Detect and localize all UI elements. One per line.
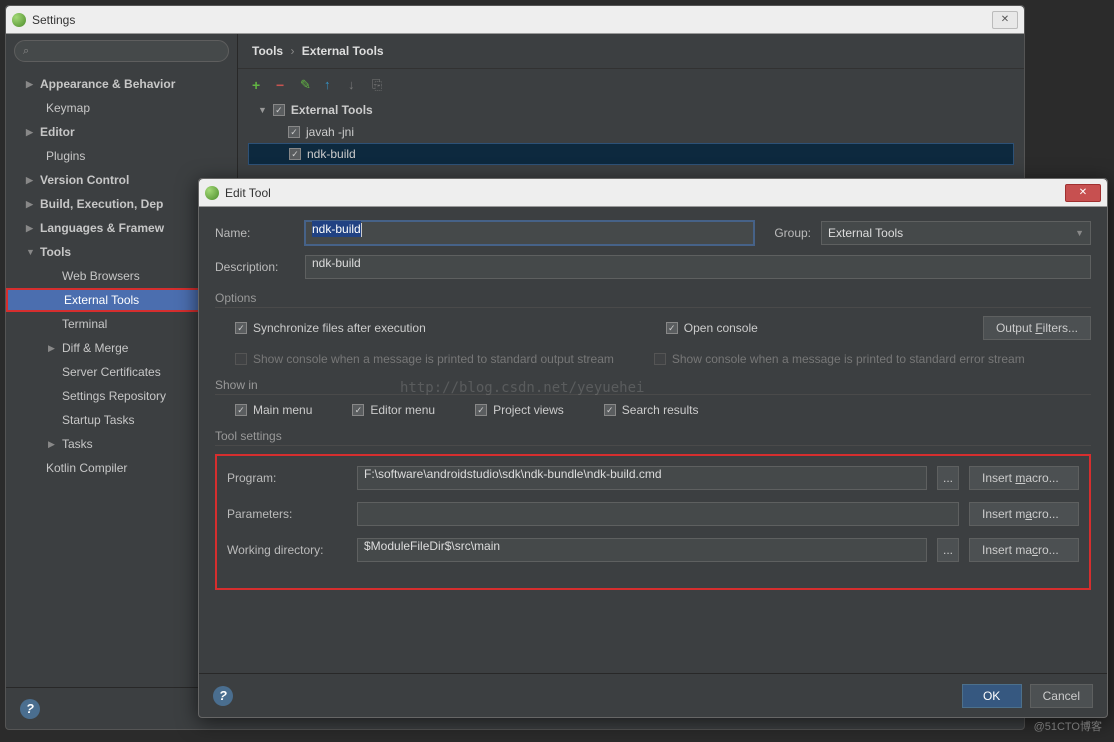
tool-group-row[interactable]: ▼ ✓ External Tools <box>248 99 1014 121</box>
program-input[interactable]: F:\software\androidstudio\sdk\ndk-bundle… <box>357 466 927 490</box>
sync-checkbox[interactable]: ✓Synchronize files after execution <box>235 321 426 335</box>
tool-settings-highlight: Program: F:\software\androidstudio\sdk\n… <box>215 454 1091 590</box>
external-tools-list: ▼ ✓ External Tools ✓ javah -jni ✓ ndk-bu… <box>238 99 1024 165</box>
edit-tool-dialog: Edit Tool ✕ Name: ndk-build Group: Exter… <box>198 178 1108 718</box>
output-filters-button[interactable]: Output Filters... <box>983 316 1091 340</box>
editor-menu-checkbox[interactable]: ✓Editor menu <box>352 403 435 417</box>
description-input[interactable]: ndk-build <box>305 255 1091 279</box>
move-up-icon[interactable]: ↑ <box>324 77 338 91</box>
working-dir-browse-button[interactable]: ... <box>937 538 959 562</box>
breadcrumb: Tools › External Tools <box>238 34 1024 69</box>
main-menu-checkbox[interactable]: ✓Main menu <box>235 403 312 417</box>
app-icon <box>205 186 219 200</box>
help-icon[interactable]: ? <box>20 699 40 719</box>
external-tools-toolbar: + − ✎ ↑ ↓ ⎘ <box>238 69 1024 99</box>
chevron-right-icon: › <box>290 44 294 58</box>
parameters-macro-button[interactable]: Insert macro... <box>969 502 1079 526</box>
dialog-title: Edit Tool <box>225 186 1065 200</box>
settings-title: Settings <box>32 13 992 27</box>
dialog-titlebar: Edit Tool ✕ <box>199 179 1107 207</box>
working-dir-input[interactable]: $ModuleFileDir$\src\main <box>357 538 927 562</box>
breadcrumb-leaf: External Tools <box>302 44 384 58</box>
tree-keymap[interactable]: Keymap <box>6 96 237 120</box>
checkbox-icon[interactable]: ✓ <box>289 148 301 160</box>
program-label: Program: <box>227 471 347 485</box>
show-stderr-checkbox[interactable]: Show console when a message is printed t… <box>654 352 1025 366</box>
help-icon[interactable]: ? <box>213 686 233 706</box>
tree-editor[interactable]: ▶Editor <box>6 120 237 144</box>
dialog-footer: ? OK Cancel <box>199 673 1107 717</box>
showin-section: Show in <box>215 378 1091 395</box>
tree-plugins[interactable]: Plugins <box>6 144 237 168</box>
cancel-button[interactable]: Cancel <box>1030 684 1093 708</box>
options-section: Options <box>215 291 1091 308</box>
description-label: Description: <box>215 260 305 274</box>
edit-icon[interactable]: ✎ <box>300 77 314 91</box>
open-console-checkbox[interactable]: ✓Open console <box>666 321 758 335</box>
tool-item-javah[interactable]: ✓ javah -jni <box>248 121 1014 143</box>
ok-button[interactable]: OK <box>962 684 1022 708</box>
group-combo[interactable]: External Tools▼ <box>821 221 1091 245</box>
remove-icon[interactable]: − <box>276 77 290 91</box>
search-results-checkbox[interactable]: ✓Search results <box>604 403 699 417</box>
collapse-icon[interactable]: ▼ <box>258 105 267 115</box>
move-down-icon[interactable]: ↓ <box>348 77 362 91</box>
parameters-label: Parameters: <box>227 507 347 521</box>
program-browse-button[interactable]: ... <box>937 466 959 490</box>
app-icon <box>12 13 26 27</box>
tree-appearance[interactable]: ▶Appearance & Behavior <box>6 72 237 96</box>
settings-titlebar: Settings ✕ <box>6 6 1024 34</box>
close-icon[interactable]: ✕ <box>1065 184 1101 202</box>
watermark-corner: @51CTO博客 <box>1034 718 1102 734</box>
breadcrumb-root[interactable]: Tools <box>252 44 283 58</box>
copy-icon[interactable]: ⎘ <box>372 77 386 91</box>
show-stdout-checkbox[interactable]: Show console when a message is printed t… <box>235 352 614 366</box>
group-label: Group: <box>774 226 811 240</box>
parameters-input[interactable] <box>357 502 959 526</box>
working-dir-macro-button[interactable]: Insert macro... <box>969 538 1079 562</box>
checkbox-icon[interactable]: ✓ <box>273 104 285 116</box>
chevron-down-icon: ▼ <box>1075 228 1084 238</box>
tool-item-ndk-build[interactable]: ✓ ndk-build <box>248 143 1014 165</box>
working-dir-label: Working directory: <box>227 543 347 557</box>
project-views-checkbox[interactable]: ✓Project views <box>475 403 564 417</box>
close-icon[interactable]: ✕ <box>992 11 1018 29</box>
tool-settings-section: Tool settings <box>215 429 1091 446</box>
checkbox-icon[interactable]: ✓ <box>288 126 300 138</box>
name-label: Name: <box>215 226 305 240</box>
search-icon: ⌕ <box>23 45 29 58</box>
search-input[interactable]: ⌕ <box>14 40 229 62</box>
program-macro-button[interactable]: Insert macro... <box>969 466 1079 490</box>
add-icon[interactable]: + <box>252 77 266 91</box>
name-input[interactable]: ndk-build <box>305 221 754 245</box>
